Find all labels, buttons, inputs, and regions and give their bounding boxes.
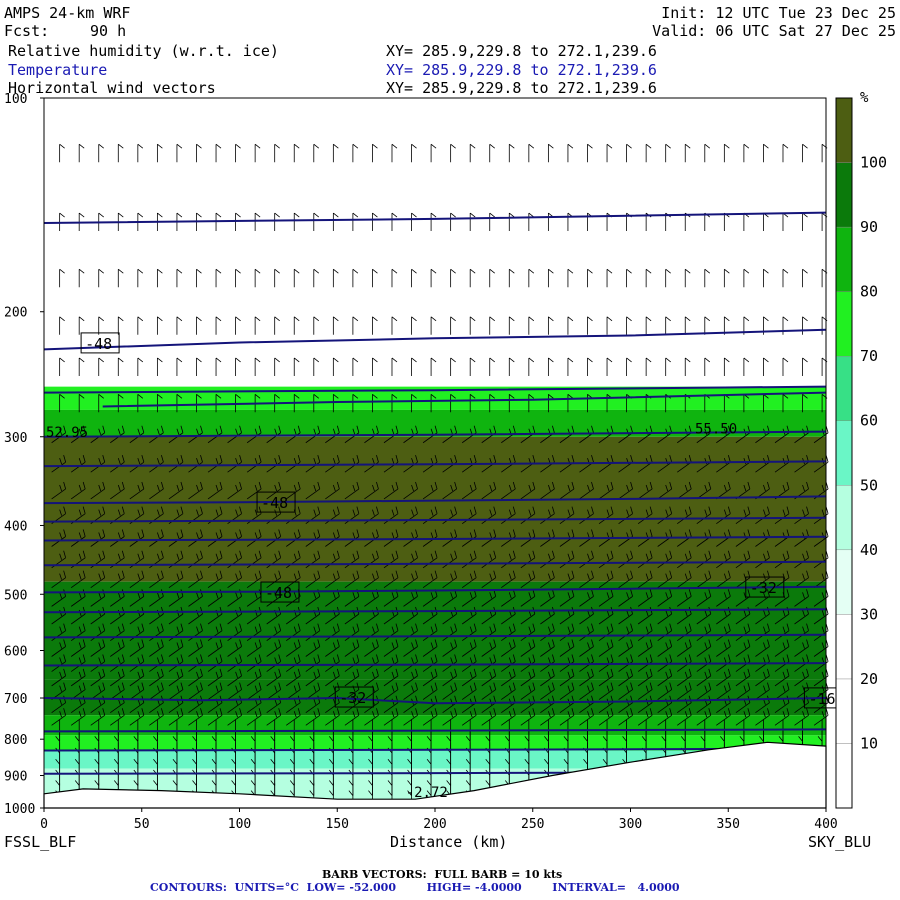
colorbar-tick-label: 30 xyxy=(860,605,878,623)
cross-section-chart: -48-48-48 -32-32 -1652.95 55.50-2.72 100200… xyxy=(4,90,887,851)
rh-layer-4 xyxy=(44,436,826,582)
x-tick-label: 150 xyxy=(326,817,349,832)
contour-label: -16 xyxy=(808,690,835,708)
rh-layer-7 xyxy=(44,715,826,736)
colorbar-segment xyxy=(835,614,853,680)
y-tick-label: 1000 xyxy=(4,802,35,817)
right-endpoint-label: SKY_BLU xyxy=(808,833,871,851)
colorbar-segment xyxy=(835,743,853,809)
extrema-label: -2.72 xyxy=(406,785,448,801)
colorbar-segment xyxy=(835,226,853,292)
contour-label: -32 xyxy=(339,689,366,707)
extrema-label: 55.50 xyxy=(695,422,737,438)
x-tick-label: 50 xyxy=(134,817,150,832)
contour-label: -48 xyxy=(85,335,112,353)
colorbar-segment xyxy=(835,420,853,486)
colorbar-tick-label: 10 xyxy=(860,734,878,752)
y-tick-label: 500 xyxy=(4,588,27,603)
colorbar-segment xyxy=(835,97,853,163)
colorbar-segment xyxy=(835,549,853,615)
colorbar-tick-label: 60 xyxy=(860,412,878,430)
contour-label: -32 xyxy=(750,579,777,597)
colorbar-segment xyxy=(835,291,853,357)
colorbar-segment xyxy=(835,678,853,744)
y-tick-label: 400 xyxy=(4,519,27,534)
colorbar-tick-label: 100 xyxy=(860,154,887,172)
colorbar-tick-label: 40 xyxy=(860,541,878,559)
colorbar-tick-label: 20 xyxy=(860,670,878,688)
rh-layer-6 xyxy=(44,679,826,716)
rh-layer-1 xyxy=(44,341,826,387)
x-tick-label: 400 xyxy=(814,817,837,832)
colorbar-segment xyxy=(835,485,853,551)
x-axis-label: Distance (km) xyxy=(390,833,507,851)
x-tick-label: 100 xyxy=(228,817,251,832)
colorbar-segment xyxy=(835,162,853,228)
y-tick-label: 300 xyxy=(4,431,27,446)
extrema-label: 52.95 xyxy=(46,425,88,441)
y-tick-label: 900 xyxy=(4,770,27,785)
left-endpoint-label: FSSL_BLF xyxy=(4,833,76,851)
contour-label: -48 xyxy=(265,584,292,602)
x-tick-label: 300 xyxy=(619,817,642,832)
x-tick-label: 250 xyxy=(521,817,544,832)
contour-legend: CONTOURS: UNITS=°C LOW= -52.000 HIGH= -4… xyxy=(150,881,680,894)
x-tick-label: 200 xyxy=(423,817,446,832)
y-tick-label: 700 xyxy=(4,692,27,707)
y-tick-label: 800 xyxy=(4,733,27,748)
y-tick-label: 100 xyxy=(4,92,27,107)
colorbar-tick-label: 80 xyxy=(860,283,878,301)
contour-label: -48 xyxy=(261,494,288,512)
x-tick-label: 350 xyxy=(717,817,740,832)
x-tick-label: 0 xyxy=(40,817,48,832)
y-tick-label: 600 xyxy=(4,644,27,659)
colorbar-tick-label: 70 xyxy=(860,347,878,365)
colorbar-unit: % xyxy=(860,90,869,106)
y-tick-label: 200 xyxy=(4,306,27,321)
colorbar-tick-label: 90 xyxy=(860,218,878,236)
colorbar-segment xyxy=(835,355,853,421)
colorbar-tick-label: 50 xyxy=(860,476,878,494)
barb-legend: BARB VECTORS: FULL BARB = 10 kts xyxy=(322,868,563,881)
